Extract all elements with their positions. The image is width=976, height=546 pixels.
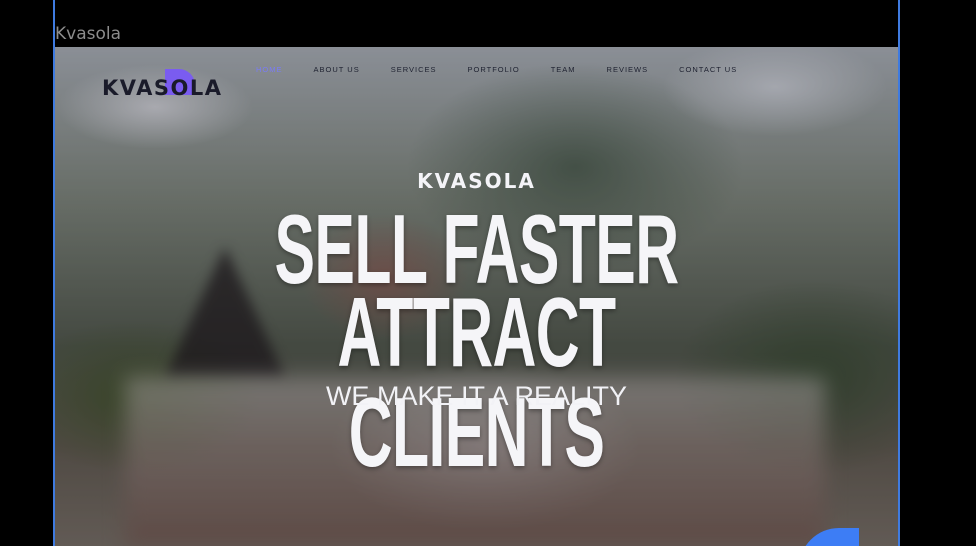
main-nav: HOME ABOUT US SERVICES PORTFOLIO TEAM RE…: [256, 65, 768, 74]
frame-label: Kvasola: [55, 24, 122, 44]
hero-tagline: WE MAKE IT A REALITY: [325, 381, 628, 411]
nav-item-home[interactable]: HOME: [256, 65, 283, 74]
nav-item-contact-us[interactable]: CONTACT US: [679, 65, 737, 74]
nav-item-services[interactable]: SERVICES: [391, 65, 437, 74]
nav-item-portfolio[interactable]: PORTFOLIO: [468, 65, 520, 74]
logo-text: KVASOLA: [102, 76, 223, 100]
nav-item-team[interactable]: TEAM: [551, 65, 576, 74]
hero-brand: KVASOLA: [417, 169, 536, 193]
logo[interactable]: KVASOLA: [102, 69, 223, 100]
nav-item-about-us[interactable]: ABOUT US: [314, 65, 360, 74]
landing-page: KVASOLA HOME ABOUT US SERVICES PORTFOLIO…: [55, 47, 898, 546]
nav-item-reviews[interactable]: REVIEWS: [607, 65, 649, 74]
